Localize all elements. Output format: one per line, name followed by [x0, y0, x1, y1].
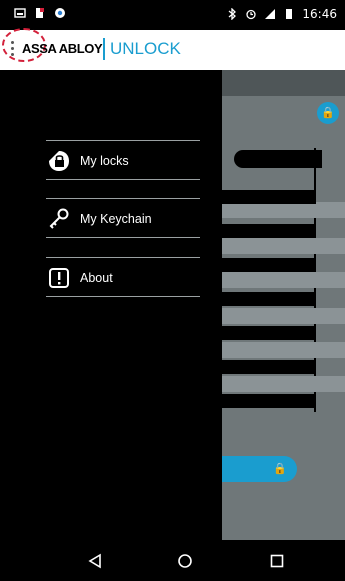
background-separator: [222, 224, 316, 238]
brand-logo: ASSA ABLOY: [22, 41, 103, 56]
background-row: [222, 376, 345, 392]
lock-icon: 🔒: [273, 463, 287, 475]
drawer-divider: [46, 198, 200, 199]
background-separator: [222, 326, 316, 340]
background-row: [222, 342, 345, 358]
alarm-icon: [246, 9, 257, 20]
drawer-item-label: My Keychain: [80, 212, 152, 226]
navigation-drawer: My locks My Keychain About: [0, 70, 222, 540]
background-row: [222, 238, 345, 254]
drawer-item-label: About: [80, 271, 113, 285]
status-left: [14, 7, 66, 19]
background-separator: [222, 360, 316, 374]
background-separator: [222, 190, 316, 204]
drawer-item-my-keychain[interactable]: My Keychain: [46, 204, 206, 234]
background-row: [222, 272, 345, 288]
sim-icon: [36, 8, 44, 18]
drawer-item-label: My locks: [80, 154, 129, 168]
app-title: UNLOCK: [110, 39, 181, 58]
info-icon: [46, 265, 72, 291]
background-row: [222, 308, 345, 324]
drawer-divider: [46, 296, 200, 297]
status-time: 16:46: [302, 7, 337, 21]
background-separator: [222, 292, 316, 306]
bluetooth-icon: [228, 8, 237, 20]
chrome-icon: [55, 8, 65, 18]
background-separator: [222, 258, 316, 272]
background-row: [222, 202, 345, 218]
drawer-item-my-locks[interactable]: My locks: [46, 146, 206, 176]
battery-icon: [286, 9, 293, 19]
brand-divider: [103, 38, 105, 60]
status-bar: 16:46: [0, 0, 345, 30]
system-nav-bar: [0, 540, 345, 581]
background-unlock-button: 🔒: [222, 456, 297, 482]
key-icon: [46, 206, 72, 232]
drawer-divider: [46, 257, 200, 258]
background-selected-row: [234, 150, 322, 168]
background-separator: [222, 394, 316, 408]
drawer-divider: [46, 140, 200, 141]
drawer-item-about[interactable]: About: [46, 263, 206, 293]
back-icon[interactable]: [82, 548, 108, 574]
status-right: 16:46: [226, 7, 337, 21]
gallery-icon: [14, 8, 26, 18]
signal-icon: [265, 9, 276, 19]
lock-icon: [46, 148, 72, 174]
recents-icon[interactable]: [264, 548, 290, 574]
drawer-divider: [46, 179, 200, 180]
background-lock-icon: 🔒: [317, 102, 339, 124]
home-icon[interactable]: [172, 548, 198, 574]
drawer-divider: [46, 237, 200, 238]
app-bar: ASSA ABLOY UNLOCK: [0, 28, 345, 70]
